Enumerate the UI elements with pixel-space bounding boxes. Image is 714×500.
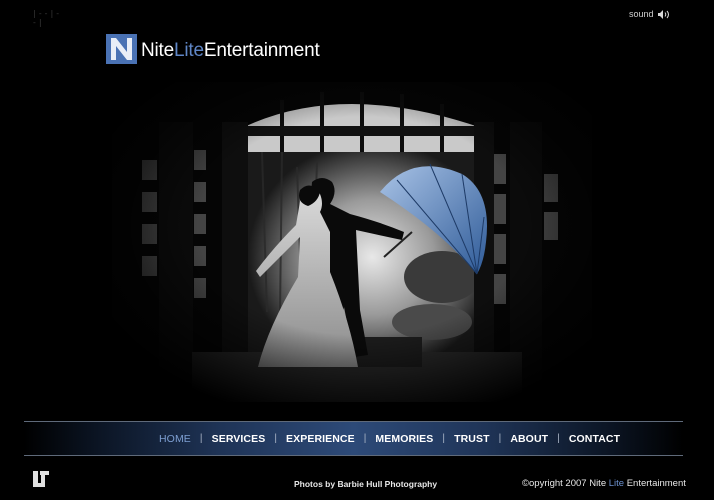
copyright-lite: Lite: [608, 478, 625, 489]
main-nav: HOME | SERVICES | EXPERIENCE | MEMORIES …: [159, 422, 620, 455]
nav-experience[interactable]: EXPERIENCE: [286, 433, 355, 445]
nav-separator: |: [274, 433, 278, 444]
copyright-suffix: Entertainment: [624, 478, 686, 489]
copyright-prefix: ©opyright 2007 Nite: [522, 478, 609, 489]
brand-name-nite: Nite: [141, 40, 174, 61]
nav-separator: |: [557, 433, 560, 444]
nav-separator: |: [363, 433, 367, 444]
nav-separator: |: [199, 433, 203, 444]
photo-credit: Photos by Barbie Hull Photography: [294, 479, 438, 489]
copyright: ©opyright 2007 Nite Lite Entertainment: [522, 478, 686, 489]
hero-photo: [112, 82, 592, 402]
nav-home[interactable]: HOME: [159, 433, 191, 445]
l-bracket-logo-icon: [33, 471, 49, 487]
brand-name: NiteLiteEntertainment: [141, 36, 320, 66]
sound-label: sound: [629, 9, 654, 19]
sound-toggle[interactable]: sound: [629, 7, 671, 21]
nav-contact[interactable]: CONTACT: [569, 433, 620, 445]
nav-separator: |: [498, 433, 502, 444]
brand-logo[interactable]: NiteLiteEntertainment: [106, 34, 320, 64]
loading-indicator: |--|--|: [32, 9, 62, 27]
nav-bottom-divider: [24, 455, 683, 456]
nav-services[interactable]: SERVICES: [212, 433, 266, 445]
nav-separator: |: [442, 433, 446, 444]
brand-name-lite: Lite: [174, 40, 204, 61]
nav-trust[interactable]: TRUST: [454, 433, 490, 445]
nav-about[interactable]: ABOUT: [510, 433, 548, 445]
nav-memories[interactable]: MEMORIES: [375, 433, 433, 445]
speaker-icon: [657, 9, 669, 19]
nl-monogram-icon: [106, 34, 137, 64]
brand-name-entertainment: Entertainment: [203, 40, 320, 61]
